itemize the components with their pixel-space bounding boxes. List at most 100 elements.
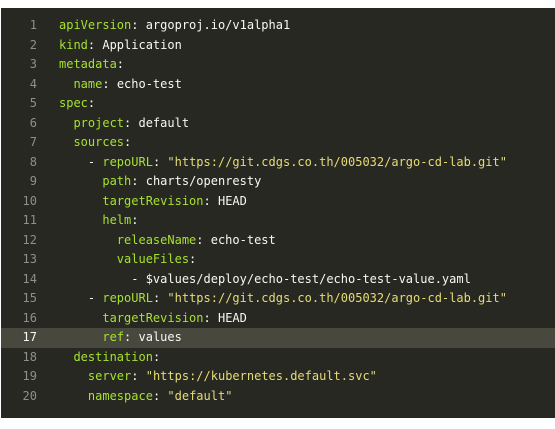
code-line[interactable]: 1 apiVersion: argoproj.io/v1alpha1 <box>1 16 555 36</box>
line-number: 18 <box>22 349 37 364</box>
line-number: 9 <box>29 174 37 188</box>
yaml-key: name <box>73 76 103 91</box>
code-line[interactable]: 15 - repoURL: "https://git.cdgs.co.th/00… <box>1 289 555 309</box>
line-content: spec: <box>59 94 95 114</box>
yaml-value: HEAD <box>217 193 247 208</box>
code-line[interactable]: 20 namespace: "default" <box>1 387 555 407</box>
code-line[interactable]: 14 - $values/deploy/echo-test/echo-test-… <box>1 270 555 290</box>
code-line[interactable]: 12 releaseName: echo-test <box>1 231 555 251</box>
yaml-value: values <box>138 330 182 344</box>
line-content: helm: <box>59 211 139 231</box>
yaml-colon: : <box>189 252 197 266</box>
yaml-colon: : <box>152 154 168 169</box>
yaml-string-value: "https://git.cdgs.co.th/005032/argo-cd-l… <box>167 291 507 305</box>
code-line[interactable]: 11 helm: <box>1 211 555 231</box>
code-line[interactable]: 17 ref: values <box>1 328 555 348</box>
yaml-value: HEAD <box>217 310 247 325</box>
line-content: valueFiles: <box>59 250 196 270</box>
yaml-key: releaseName <box>116 232 197 247</box>
code-line[interactable]: 4 name: echo-test <box>1 75 555 95</box>
yaml-key: targetRevision <box>102 310 204 325</box>
code-line[interactable]: 13 valueFiles: <box>1 250 555 270</box>
indent: - <box>59 271 146 286</box>
indent: - <box>59 291 103 305</box>
yaml-colon: : <box>87 96 96 110</box>
yaml-key: metadata <box>59 57 117 71</box>
yaml-key: repoURL <box>102 291 153 305</box>
yaml-value: $values/deploy/echo-test/echo-test-value… <box>145 271 471 286</box>
line-number: 10 <box>22 193 37 208</box>
line-number: 17 <box>22 330 37 344</box>
yaml-key: path <box>102 174 132 188</box>
line-content: project: default <box>59 114 189 134</box>
line-content: - repoURL: "https://git.cdgs.co.th/00503… <box>59 289 507 309</box>
line-number: 5 <box>29 96 37 110</box>
line-number: 11 <box>22 213 37 227</box>
line-content: releaseName: echo-test <box>59 231 276 251</box>
yaml-colon: : <box>124 135 132 149</box>
line-number: 2 <box>29 37 37 52</box>
code-line[interactable]: 9 path: charts/openresty <box>1 172 555 192</box>
yaml-colon: : <box>152 388 168 403</box>
yaml-value: charts/openresty <box>145 174 262 188</box>
yaml-value: default <box>138 115 190 130</box>
yaml-colon: : <box>116 57 125 71</box>
code-editor[interactable]: 1 apiVersion: argoproj.io/v1alpha1 2 kind: … <box>1 8 555 418</box>
code-line[interactable]: 8 - repoURL: "https://git.cdgs.co.th/005… <box>1 153 555 173</box>
yaml-colon: : <box>131 174 146 188</box>
line-content: namespace: "default" <box>59 387 233 407</box>
code-line[interactable]: 5 spec: <box>1 94 555 114</box>
line-content: targetRevision: HEAD <box>59 309 247 329</box>
yaml-value: argoproj.io/v1alpha1 <box>145 18 291 32</box>
line-number: 1 <box>29 18 37 32</box>
line-content: server: "https://kubernetes.default.svc" <box>59 367 377 387</box>
yaml-colon: : <box>102 76 117 91</box>
yaml-colon: : <box>203 310 218 325</box>
line-content: metadata: <box>59 55 124 75</box>
line-content: sources: <box>59 133 131 153</box>
code-line[interactable]: 16 targetRevision: HEAD <box>1 309 555 329</box>
yaml-colon: : <box>124 330 139 344</box>
line-content: - repoURL: "https://git.cdgs.co.th/00503… <box>59 153 507 173</box>
yaml-string-value: "https://kubernetes.default.svc" <box>145 369 377 383</box>
line-content: - $values/deploy/echo-test/echo-test-val… <box>59 270 471 290</box>
yaml-colon: : <box>131 18 146 32</box>
yaml-value: echo-test <box>116 76 182 91</box>
code-line[interactable]: 18 destination: <box>1 348 555 368</box>
line-number: 15 <box>22 291 37 305</box>
yaml-colon: : <box>203 193 218 208</box>
line-number: 3 <box>29 57 37 71</box>
line-number: 13 <box>22 252 37 266</box>
yaml-key: targetRevision <box>102 193 204 208</box>
yaml-colon: : <box>131 213 139 227</box>
code-line[interactable]: 2 kind: Application <box>1 36 555 56</box>
line-number: 8 <box>29 154 37 169</box>
yaml-key: destination <box>73 349 153 364</box>
line-number: 12 <box>22 232 37 247</box>
line-number: 6 <box>29 115 37 130</box>
yaml-colon: : <box>131 369 146 383</box>
yaml-colon: : <box>87 37 103 52</box>
line-number: 20 <box>22 388 37 403</box>
code-line[interactable]: 3 metadata: <box>1 55 555 75</box>
line-content: targetRevision: HEAD <box>59 192 247 212</box>
yaml-key: apiVersion <box>59 18 132 32</box>
yaml-string-value: "https://git.cdgs.co.th/005032/argo-cd-l… <box>167 154 507 169</box>
line-number: 16 <box>22 310 37 325</box>
code-line[interactable]: 7 sources: <box>1 133 555 153</box>
code-line[interactable]: 10 targetRevision: HEAD <box>1 192 555 212</box>
code-line[interactable]: 6 project: default <box>1 114 555 134</box>
code-line[interactable]: 19 server: "https://kubernetes.default.s… <box>1 367 555 387</box>
yaml-colon: : <box>152 349 161 364</box>
yaml-colon: : <box>152 291 168 305</box>
